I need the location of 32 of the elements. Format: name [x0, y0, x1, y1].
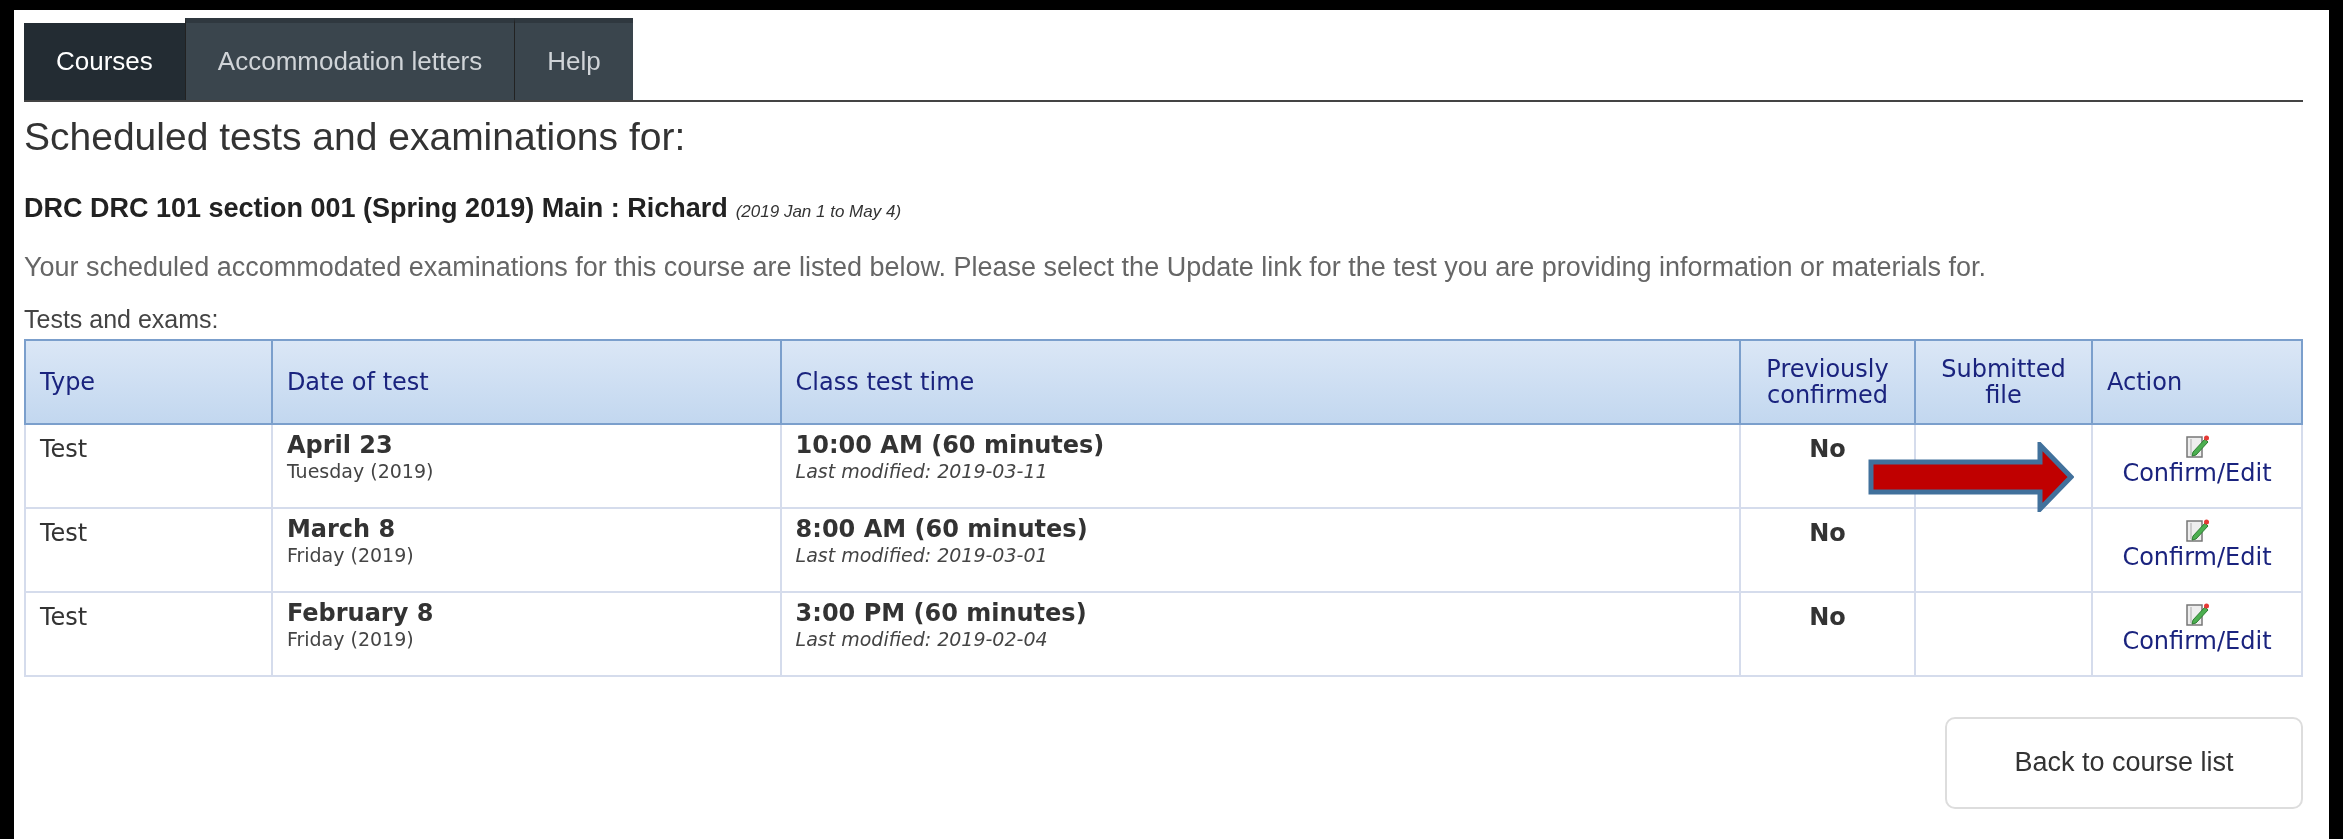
- table-label: Tests and exams:: [24, 304, 220, 335]
- test-weekday: Friday (2019): [286, 542, 415, 567]
- column-header: Action: [2091, 339, 2302, 424]
- last-modified: Last modified: 2019-03-11: [795, 458, 1049, 483]
- test-date: February 8: [286, 598, 435, 627]
- back-button[interactable]: Back to course list: [1945, 716, 2303, 809]
- type-cell-text: Test: [40, 517, 89, 549]
- confirmed-status: No: [1809, 433, 1846, 465]
- page-heading: Scheduled tests and examinations for:: [24, 114, 687, 160]
- test-weekday: Friday (2019): [286, 626, 415, 651]
- column-header: Type: [25, 339, 272, 424]
- course-dates: (2019 Jan 1 to May 4): [735, 201, 902, 223]
- last-modified: Last modified: 2019-03-01: [795, 542, 1049, 567]
- test-date: April 23: [286, 430, 394, 459]
- confirmed-status: No: [1809, 517, 1846, 549]
- test-time: 8:00 AM (60 minutes): [795, 514, 1089, 543]
- column-header: Previously confirmed: [1740, 339, 1915, 424]
- nav-tab[interactable]: Help: [514, 18, 633, 100]
- test-time: 3:00 PM (60 minutes): [795, 598, 1088, 627]
- test-date: March 8: [286, 514, 397, 543]
- type-cell-text: Test: [40, 601, 89, 633]
- course-title: DRC DRC 101 section 001 (Spring 2019) Main : Richard: [24, 192, 728, 225]
- column-header: Date of test: [271, 339, 781, 424]
- type-cell-text: Test: [40, 433, 89, 465]
- column-header: Class test time: [780, 339, 1741, 424]
- intro-text: Your scheduled accommodated examinations for this course are listed below. Please select the Update link for the test you are providing information or materials for.: [24, 250, 1988, 284]
- confirmed-status: No: [1809, 601, 1846, 633]
- last-modified: Last modified: 2019-02-04: [795, 626, 1049, 651]
- test-weekday: Tuesday (2019): [286, 458, 435, 483]
- column-header: Submitted file: [1915, 339, 2092, 424]
- nav-tab[interactable]: Accommodation letters: [184, 18, 515, 100]
- test-time: 10:00 AM (60 minutes): [795, 430, 1106, 459]
